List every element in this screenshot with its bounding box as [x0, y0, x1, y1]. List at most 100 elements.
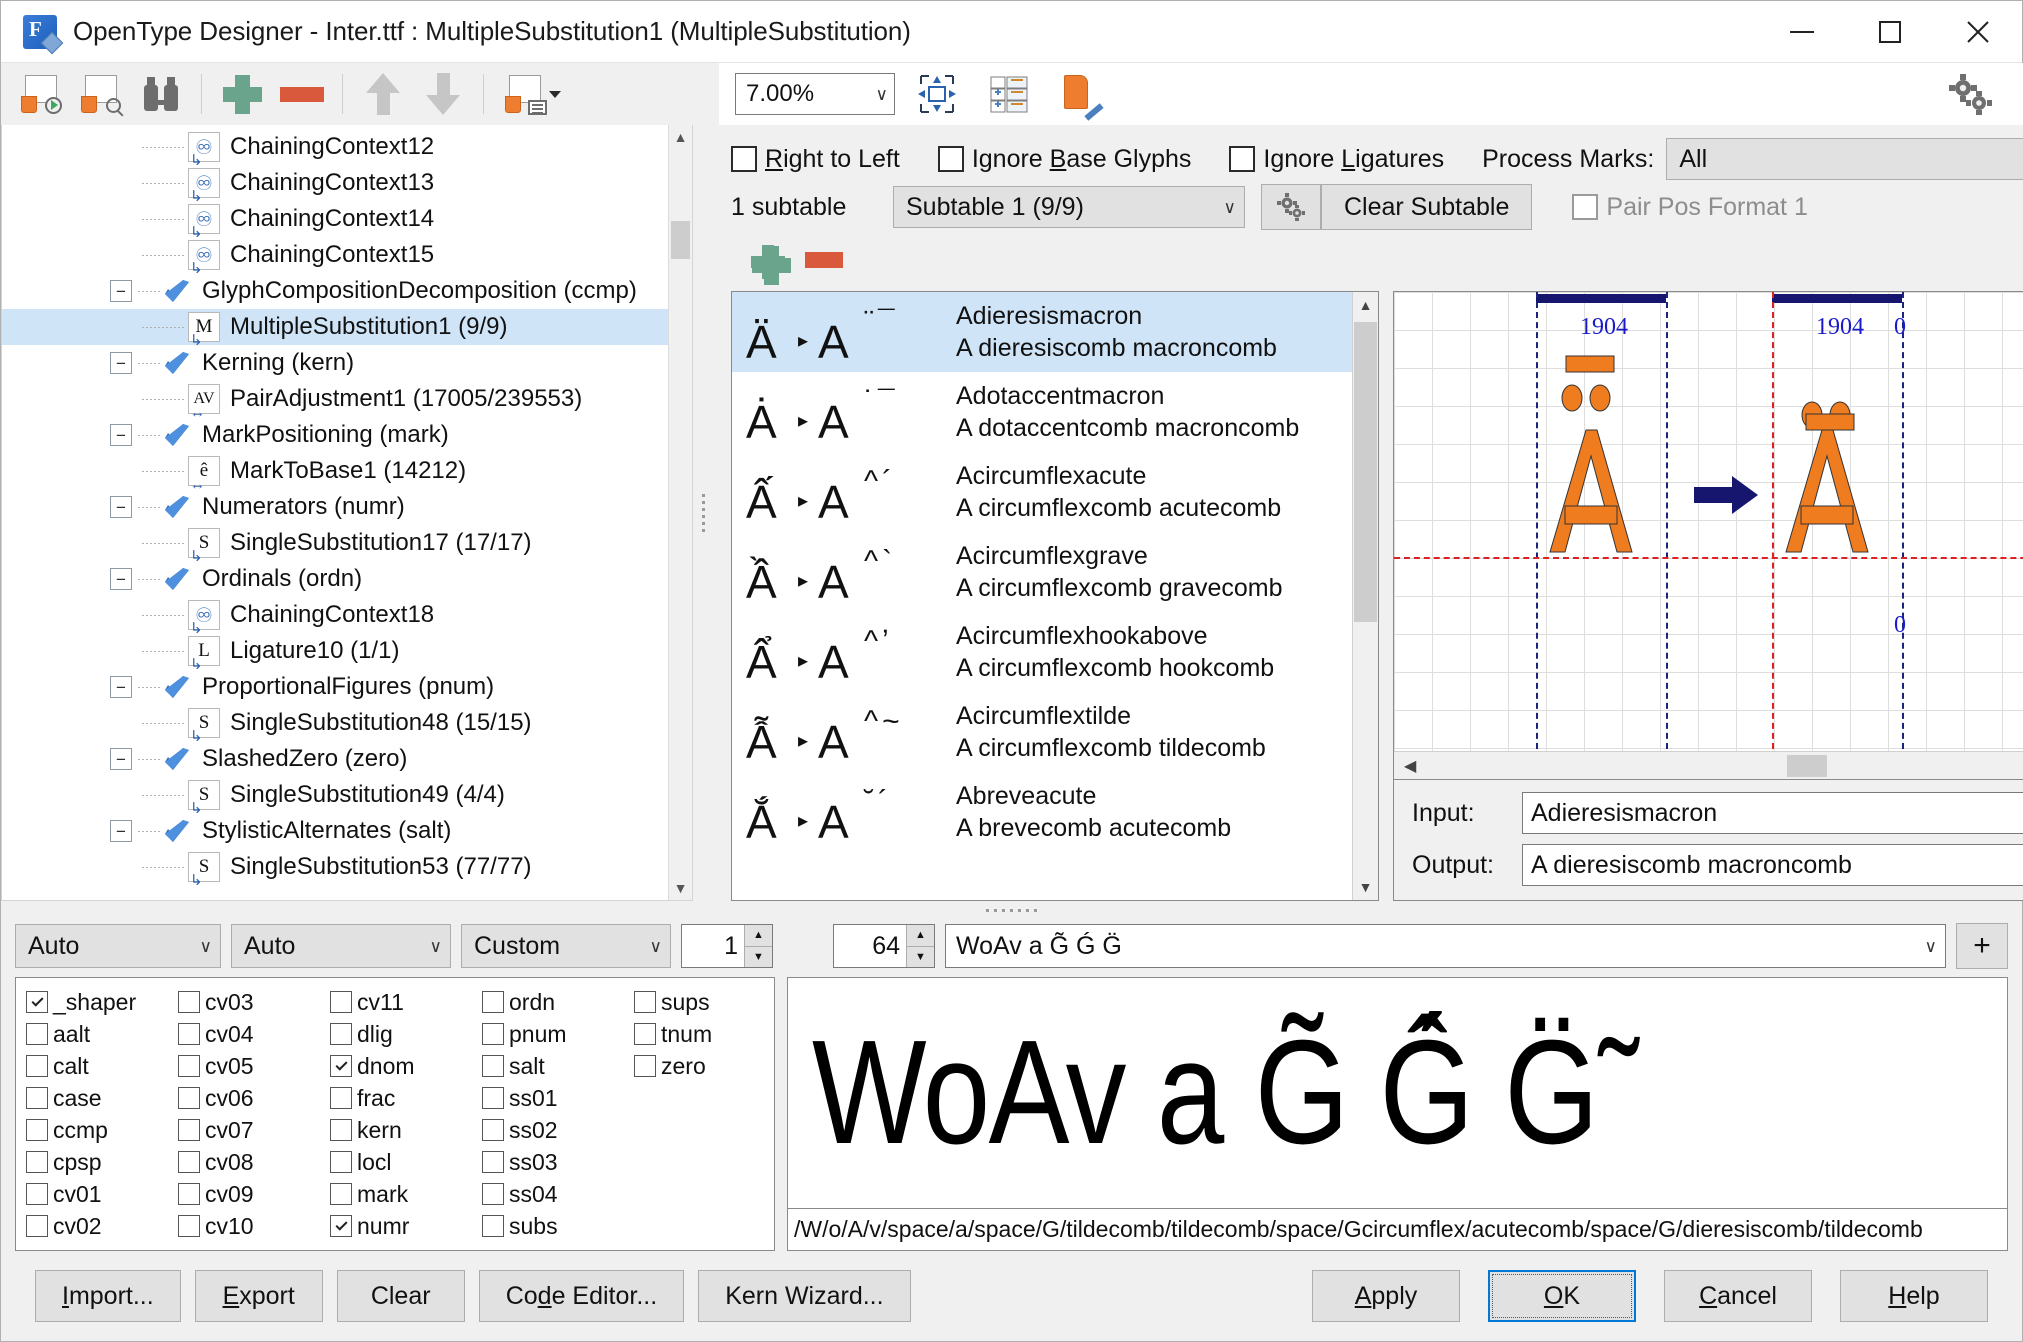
feature-checkbox-cpsp[interactable]: [26, 1151, 48, 1173]
tree-item[interactable]: S↳ SingleSubstitution53 (77/77): [2, 849, 668, 885]
feature-checkbox-cv03[interactable]: [178, 991, 200, 1013]
size-up-button[interactable]: ▲: [907, 925, 934, 947]
direction-select[interactable]: Custom ∨: [461, 924, 671, 968]
apply-button[interactable]: Apply: [1312, 1270, 1460, 1322]
size-down-button[interactable]: ▼: [907, 947, 934, 968]
tree-scrollbar[interactable]: ▲ ▼: [668, 125, 692, 900]
list-item[interactable]: Ắ ▸ A ˘´ Abreveacute A brevecomb acuteco…: [732, 772, 1352, 852]
cancel-button[interactable]: Cancel: [1664, 1270, 1812, 1322]
feature-checkbox-tnum[interactable]: [634, 1023, 656, 1045]
feature-item[interactable]: _shaper: [26, 986, 178, 1018]
feature-item[interactable]: cv07: [178, 1114, 330, 1146]
tree-item[interactable]: − Kerning (kern): [2, 345, 668, 381]
feature-checkbox-numr[interactable]: [330, 1215, 352, 1237]
tree-item[interactable]: − Numerators (numr): [2, 489, 668, 525]
feature-checkbox-cv08[interactable]: [178, 1151, 200, 1173]
feature-checkbox-frac[interactable]: [330, 1087, 352, 1109]
remove-lookup-button[interactable]: [272, 68, 332, 120]
substitution-list[interactable]: Ä ▸ A ¨¯ Adieresismacron A dieresiscomb …: [731, 291, 1379, 901]
feature-checkbox-cv07[interactable]: [178, 1119, 200, 1141]
feature-checkbox-mark[interactable]: [330, 1183, 352, 1205]
add-sample-button[interactable]: +: [1956, 923, 2008, 969]
feature-item[interactable]: salt: [482, 1050, 634, 1082]
feature-item[interactable]: calt: [26, 1050, 178, 1082]
tree-item[interactable]: S↳ SingleSubstitution17 (17/17): [2, 525, 668, 561]
feature-checkbox-cv05[interactable]: [178, 1055, 200, 1077]
move-up-button[interactable]: [353, 68, 413, 120]
feature-checkbox-kern[interactable]: [330, 1119, 352, 1141]
help-button[interactable]: Help: [1840, 1270, 1988, 1322]
feature-item[interactable]: numr: [330, 1210, 482, 1242]
tree-item[interactable]: ♾↳ ChainingContext12: [2, 129, 668, 165]
move-down-button[interactable]: [413, 68, 473, 120]
size-stepper[interactable]: 64 ▲ ▼: [833, 924, 935, 968]
feature-item[interactable]: cv05: [178, 1050, 330, 1082]
code-editor-button[interactable]: Code Editor...: [479, 1270, 685, 1322]
feature-checkbox-cv11[interactable]: [330, 991, 352, 1013]
list-item[interactable]: Ẩ ▸ A ^ʼ Acircumflexhookabove A circumfl…: [732, 612, 1352, 692]
feature-checkbox-cv02[interactable]: [26, 1215, 48, 1237]
tree-item[interactable]: ♾↳ ChainingContext14: [2, 201, 668, 237]
clear-button[interactable]: Clear: [337, 1270, 465, 1322]
feature-item[interactable]: cv08: [178, 1146, 330, 1178]
feature-item[interactable]: ss03: [482, 1146, 634, 1178]
tree-item[interactable]: ê↔ MarkToBase1 (14212): [2, 453, 668, 489]
ignore-base-glyphs-checkbox[interactable]: [938, 146, 964, 172]
tree-item[interactable]: − Ordinals (ordn): [2, 561, 668, 597]
feature-checkbox-cv10[interactable]: [178, 1215, 200, 1237]
edit-glyph-button[interactable]: [1051, 68, 1111, 120]
right-to-left-checkbox[interactable]: [731, 146, 757, 172]
chevron-down-icon[interactable]: [549, 91, 561, 98]
feature-item[interactable]: locl: [330, 1146, 482, 1178]
tree-item-selected[interactable]: M↳ MultipleSubstitution1 (9/9): [2, 309, 668, 345]
tree-item[interactable]: − MarkPositioning (mark): [2, 417, 668, 453]
scroll-up-button[interactable]: ▲: [1353, 292, 1378, 318]
list-item[interactable]: Ȧ ▸ A ˙¯ Adotaccentmacron A dotaccentcom…: [732, 372, 1352, 452]
horizontal-splitter[interactable]: [1, 901, 2022, 919]
feature-item[interactable]: zero: [634, 1050, 786, 1082]
tree-expander[interactable]: −: [110, 748, 132, 770]
feature-checkbox-ss01[interactable]: [482, 1087, 504, 1109]
import-button[interactable]: Import...: [35, 1270, 181, 1322]
feature-checkbox-cv01[interactable]: [26, 1183, 48, 1205]
fit-to-window-button[interactable]: [907, 68, 967, 120]
list-item[interactable]: Ä ▸ A ¨¯ Adieresismacron A dieresiscomb …: [732, 292, 1352, 372]
tree-expander[interactable]: −: [110, 352, 132, 374]
output-field[interactable]: A dieresiscomb macroncomb: [1522, 844, 2023, 886]
feature-checkbox-dlig[interactable]: [330, 1023, 352, 1045]
feature-item[interactable]: cv01: [26, 1178, 178, 1210]
list-item[interactable]: Ấ ▸ A ^´ Acircumflexacute A circumflexco…: [732, 452, 1352, 532]
script-select[interactable]: Auto ∨: [15, 924, 221, 968]
scroll-thumb[interactable]: [1354, 322, 1377, 622]
feature-checkbox-case[interactable]: [26, 1087, 48, 1109]
feature-item[interactable]: ordn: [482, 986, 634, 1018]
tree-item[interactable]: − StylisticAlternates (salt): [2, 813, 668, 849]
process-marks-select[interactable]: All ∨: [1666, 138, 2023, 180]
feature-checkbox-sups[interactable]: [634, 991, 656, 1013]
minimize-button[interactable]: [1758, 1, 1846, 62]
feature-checkbox-aalt[interactable]: [26, 1023, 48, 1045]
tree-item[interactable]: − SlashedZero (zero): [2, 741, 668, 777]
apply-lookup-button[interactable]: [11, 68, 71, 120]
subtable-settings-button[interactable]: [1261, 184, 1321, 230]
substitution-list-scrollbar[interactable]: ▲ ▼: [1352, 292, 1378, 900]
text-preview-canvas[interactable]: WoAv a G̃ Ĝ́ G̈̃: [787, 977, 2008, 1209]
sample-text-input[interactable]: WoAv a G̃ Ǵ G̈ ∨: [945, 924, 1946, 968]
list-item[interactable]: Ầ ▸ A ^` Acircumflexgrave A circumflexco…: [732, 532, 1352, 612]
close-button[interactable]: [1934, 1, 2022, 62]
feature-item[interactable]: cpsp: [26, 1146, 178, 1178]
feature-item[interactable]: subs: [482, 1210, 634, 1242]
tree-expander[interactable]: −: [110, 676, 132, 698]
tree-item[interactable]: S↳ SingleSubstitution49 (4/4): [2, 777, 668, 813]
kern-wizard-button[interactable]: Kern Wizard...: [698, 1270, 910, 1322]
tree-expander[interactable]: −: [110, 820, 132, 842]
feature-item[interactable]: cv06: [178, 1082, 330, 1114]
tree-item[interactable]: AV↔ PairAdjustment1 (17005/239553): [2, 381, 668, 417]
tree-item[interactable]: − ProportionalFigures (pnum): [2, 669, 668, 705]
chevron-down-icon[interactable]: ∨: [1925, 938, 1937, 955]
find-button[interactable]: [131, 68, 191, 120]
canvas-scroll-left-button[interactable]: ◀: [1398, 756, 1422, 776]
canvas-hscrollbar[interactable]: ◀ ▶: [1394, 751, 2023, 779]
size-stepper-buttons[interactable]: ▲ ▼: [906, 925, 934, 967]
add-entry-icon[interactable]: [749, 243, 787, 281]
